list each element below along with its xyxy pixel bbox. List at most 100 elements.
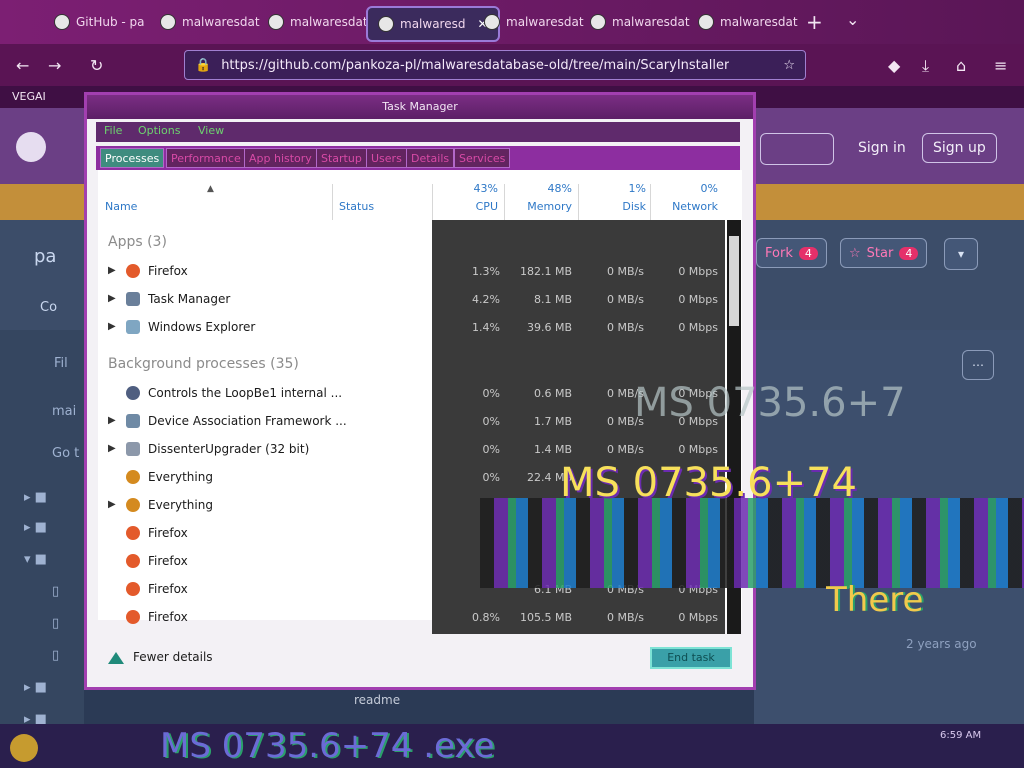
column-divider bbox=[432, 184, 433, 220]
star-icon: ☆ bbox=[849, 245, 861, 261]
background-group-header: Background processes (35) bbox=[108, 356, 299, 372]
menu-view[interactable]: View bbox=[198, 124, 224, 137]
file-icon[interactable]: ▯ bbox=[52, 584, 59, 599]
glitch-text-overlay: MS 0735.6+74 .exe bbox=[160, 726, 495, 766]
bookmark-star-icon[interactable]: ☆ bbox=[783, 58, 795, 73]
glitch-text-overlay: There bbox=[826, 580, 924, 620]
extensions-icon[interactable]: ◆ bbox=[888, 56, 900, 75]
tab-startup[interactable]: Startup bbox=[316, 148, 367, 168]
collapse-up-icon[interactable] bbox=[108, 652, 124, 664]
file-icon[interactable]: ▯ bbox=[52, 648, 59, 663]
task-manager-icon bbox=[126, 292, 140, 306]
back-icon[interactable]: ← bbox=[16, 56, 29, 75]
reload-icon[interactable]: ↻ bbox=[90, 56, 103, 75]
search-button[interactable] bbox=[760, 133, 834, 165]
menu-file[interactable]: File bbox=[104, 124, 122, 137]
github-icon bbox=[54, 14, 70, 30]
process-row[interactable]: ▶ Windows Explorer 1.4% 39.6 MB 0 MB/s 0… bbox=[104, 318, 734, 338]
star-button[interactable]: ☆ Star 4 bbox=[840, 238, 928, 268]
expand-icon[interactable]: ▶ bbox=[108, 293, 116, 304]
star-count: 4 bbox=[899, 246, 919, 260]
column-disk[interactable]: Disk bbox=[590, 200, 646, 213]
browser-tab-active[interactable]: malwaresd ✕ bbox=[366, 6, 500, 42]
file-icon[interactable]: ▯ bbox=[52, 616, 59, 631]
github-logo-icon[interactable] bbox=[16, 132, 46, 162]
chevron-down-icon[interactable]: ⌄ bbox=[846, 10, 859, 29]
more-options-icon[interactable]: ⋯ bbox=[962, 350, 994, 380]
expand-icon[interactable]: ▶ bbox=[108, 415, 116, 426]
process-row[interactable]: ▶ Firefox 1.3% 182.1 MB 0 MB/s 0 Mbps bbox=[104, 262, 734, 282]
branch-selector[interactable]: mai bbox=[52, 404, 76, 419]
expand-icon[interactable]: ▶ bbox=[108, 499, 116, 510]
glitch-text-overlay: MS 0735.6+7 bbox=[634, 380, 906, 426]
browser-tab[interactable]: malwaresdat bbox=[484, 6, 584, 38]
tab-code[interactable]: Co bbox=[40, 300, 57, 315]
menu-bar bbox=[96, 122, 740, 142]
firefox-icon bbox=[126, 582, 140, 596]
fork-button[interactable]: Fork 4 bbox=[756, 238, 827, 268]
github-icon bbox=[160, 14, 176, 30]
star-dropdown-icon[interactable]: ▾ bbox=[944, 238, 978, 270]
column-memory[interactable]: Memory bbox=[520, 200, 572, 213]
new-tab-icon[interactable]: + bbox=[806, 10, 823, 34]
browser-tab[interactable]: malwaresdat bbox=[590, 6, 690, 38]
column-network[interactable]: Network bbox=[652, 200, 718, 213]
tray-clock[interactable]: 6:59 AM bbox=[940, 730, 981, 741]
folder-icon[interactable]: ▸ ■ bbox=[24, 680, 47, 695]
tab-performance[interactable]: Performance bbox=[166, 148, 246, 168]
fork-count: 4 bbox=[798, 246, 818, 260]
expand-icon[interactable]: ▶ bbox=[108, 321, 116, 332]
tab-users[interactable]: Users bbox=[366, 148, 407, 168]
account-icon[interactable]: ⌂ bbox=[956, 56, 966, 75]
readme-label[interactable]: readme bbox=[354, 693, 400, 707]
bookmark-item[interactable]: VEGAI bbox=[12, 90, 46, 103]
go-to-file-input[interactable]: Go t bbox=[52, 446, 79, 461]
tab-app-history[interactable]: App history bbox=[244, 148, 317, 168]
app-icon bbox=[126, 442, 140, 456]
column-cpu[interactable]: CPU bbox=[450, 200, 498, 213]
end-task-button[interactable]: End task bbox=[650, 647, 732, 669]
tab-details[interactable]: Details bbox=[406, 148, 455, 168]
github-icon bbox=[698, 14, 714, 30]
process-row[interactable]: Firefox 0.8% 105.5 MB 0 MB/s 0 Mbps bbox=[104, 608, 734, 628]
lock-icon: 🔒 bbox=[195, 57, 212, 73]
process-row[interactable]: ▶ DissenterUpgrader (32 bit) 0% 1.4 MB 0… bbox=[104, 440, 734, 460]
files-label: Fil bbox=[54, 356, 68, 371]
column-divider bbox=[332, 184, 333, 220]
firefox-icon bbox=[126, 264, 140, 278]
start-icon[interactable] bbox=[10, 734, 38, 762]
download-icon[interactable]: ⤓ bbox=[922, 56, 929, 76]
address-bar[interactable]: 🔒 https://github.com/pankoza-pl/malwares… bbox=[184, 50, 806, 80]
menu-options[interactable]: Options bbox=[138, 124, 180, 137]
explorer-icon bbox=[126, 320, 140, 334]
sort-arrow-icon: ▲ bbox=[207, 184, 214, 194]
browser-tab[interactable]: malwaresdat bbox=[698, 6, 798, 38]
search-icon bbox=[126, 470, 140, 484]
browser-tab[interactable]: GitHub - pa bbox=[54, 6, 145, 38]
tab-services[interactable]: Services bbox=[454, 148, 511, 168]
folder-icon[interactable]: ▸ ■ bbox=[24, 520, 47, 535]
sign-in-link[interactable]: Sign in bbox=[848, 133, 916, 163]
device-icon bbox=[126, 414, 140, 428]
sign-up-button[interactable]: Sign up bbox=[922, 133, 997, 163]
menu-icon[interactable]: ≡ bbox=[994, 56, 1007, 75]
fewer-details-link[interactable]: Fewer details bbox=[133, 650, 213, 664]
browser-tab[interactable]: malwaresdat bbox=[160, 6, 260, 38]
github-icon bbox=[268, 14, 284, 30]
expand-icon[interactable]: ▶ bbox=[108, 443, 116, 454]
column-divider bbox=[650, 184, 651, 220]
browser-tab-bar: GitHub - pa malwaresdat malwaresdat malw… bbox=[0, 0, 1024, 44]
browser-tab[interactable]: malwaresdat bbox=[268, 6, 368, 38]
expand-icon[interactable]: ▶ bbox=[108, 265, 116, 276]
forward-icon[interactable]: → bbox=[48, 56, 61, 75]
column-name[interactable]: Name bbox=[105, 200, 137, 213]
folder-icon[interactable]: ▸ ■ bbox=[24, 490, 47, 505]
gear-icon bbox=[126, 386, 140, 400]
firefox-icon bbox=[126, 526, 140, 540]
tab-processes[interactable]: Processes bbox=[100, 148, 165, 168]
repo-name[interactable]: pa bbox=[34, 246, 56, 267]
folder-icon[interactable]: ▾ ■ bbox=[24, 552, 47, 567]
process-row[interactable]: ▶ Task Manager 4.2% 8.1 MB 0 MB/s 0 Mbps bbox=[104, 290, 734, 310]
glitch-noise-block bbox=[480, 498, 1024, 588]
column-status[interactable]: Status bbox=[339, 200, 374, 213]
